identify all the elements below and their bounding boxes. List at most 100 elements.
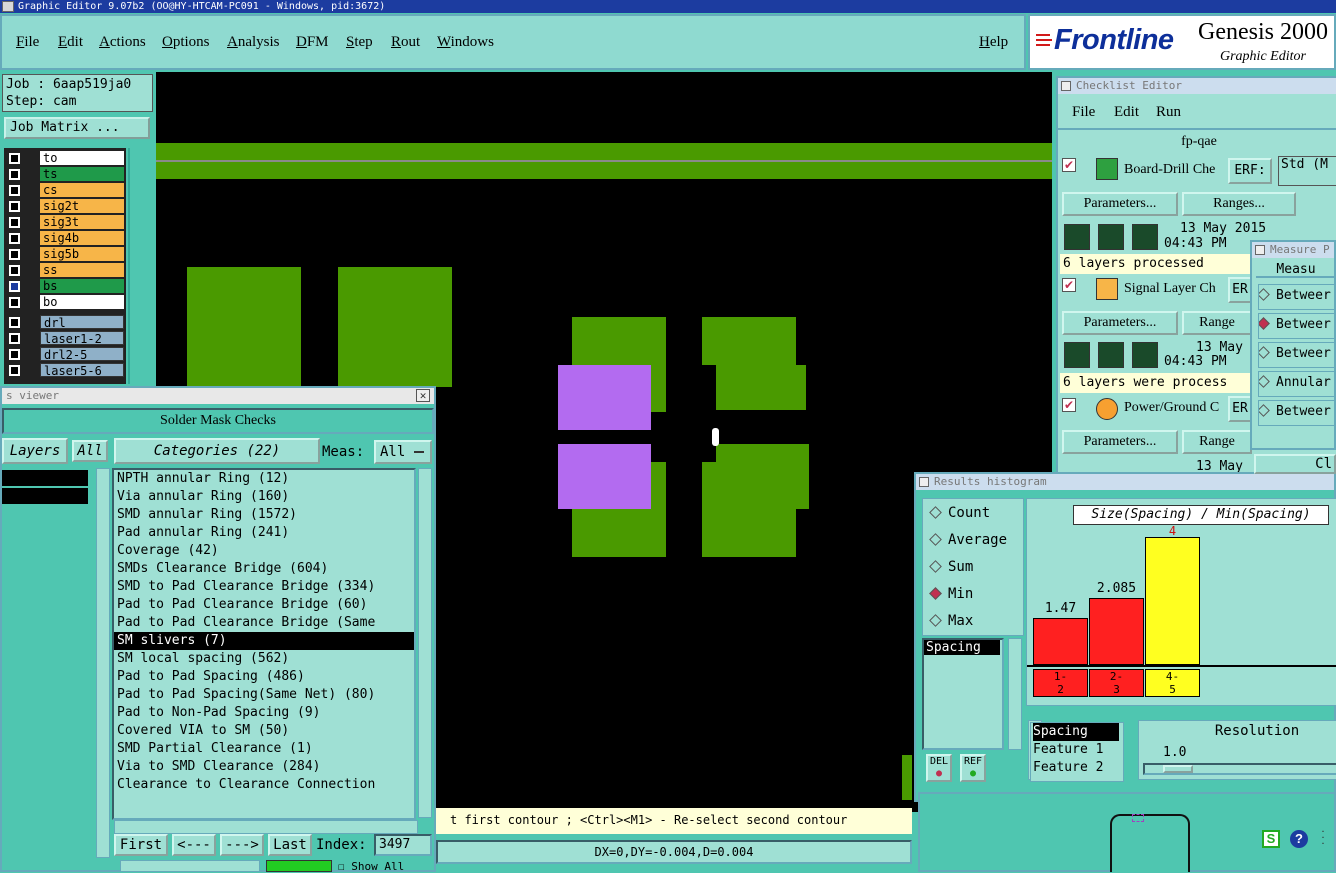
measure-option[interactable]: Betweer [1258,342,1336,368]
erf-button[interactable]: ER [1228,396,1252,422]
del-button[interactable]: DEL ● [926,754,952,782]
run-icon[interactable] [1064,342,1090,368]
layer-name[interactable]: drl [40,315,124,330]
layer-row[interactable] [2,470,88,486]
category-item[interactable]: Via annular Ring (160) [114,488,414,506]
clear-button[interactable]: Cl [1254,454,1336,474]
checklist-menu-edit[interactable]: Edit [1114,104,1139,121]
layer-row[interactable]: laser5-6 [4,362,126,378]
histogram-bar[interactable] [1033,618,1088,665]
check-icon[interactable]: ✔ [1062,278,1076,292]
category-item[interactable]: NPTH annular Ring (12) [114,470,414,488]
layer-name[interactable]: sig5b [40,247,124,261]
help-icon[interactable]: ? [1290,830,1308,848]
mode-option[interactable]: Max [929,613,973,629]
check-icon[interactable]: ✔ [1062,158,1076,172]
window-menu-icon[interactable] [2,1,14,12]
categories-button[interactable]: Categories (22) [114,438,320,464]
layer-name[interactable]: laser1-2 [40,331,124,346]
menu-analysis[interactable]: Analysis [227,34,280,51]
menu-file[interactable]: File [16,34,39,51]
category-item[interactable]: SMD to Pad Clearance Bridge (334) [114,578,414,596]
category-item[interactable]: SMDs Clearance Bridge (604) [114,560,414,578]
mode-option[interactable]: Average [929,532,1007,548]
layer-checkbox[interactable] [9,365,20,376]
layer-checkbox[interactable] [9,281,20,292]
measure-option[interactable]: Betweer [1258,400,1336,426]
field-item[interactable]: Feature 1 [1033,741,1123,759]
run-icon[interactable] [1132,342,1158,368]
menu-options[interactable]: Options [162,34,210,51]
job-matrix-button[interactable]: Job Matrix ... [4,117,150,139]
layer-name[interactable]: bs [40,279,124,293]
layer-row[interactable]: sig2t [4,198,126,213]
layers-scrollbar[interactable] [96,468,110,858]
layer-row[interactable]: ts [4,166,126,181]
category-item[interactable]: SMD Partial Clearance (1) [114,740,414,758]
category-item[interactable]: Pad to Pad Clearance Bridge (60) [114,596,414,614]
close-icon[interactable] [1061,81,1071,91]
field-item[interactable]: Feature 2 [1033,759,1123,777]
layer-row[interactable]: drl2-5 [4,346,126,362]
menu-windows[interactable]: Windows [437,34,494,51]
prev-button[interactable]: <--- [172,834,216,856]
more-icon[interactable]: · · · [1318,825,1328,850]
last-button[interactable]: Last [268,834,312,856]
layer-row[interactable]: ss [4,262,126,277]
layer-checkbox[interactable] [9,265,20,276]
parameters-button[interactable]: Parameters... [1062,311,1178,335]
layer-row[interactable]: bs [4,278,126,293]
layer-row[interactable]: sig5b [4,246,126,261]
s-icon[interactable]: S [1262,830,1280,848]
layer-name[interactable]: ts [40,167,124,181]
histogram-bar[interactable] [1089,598,1144,665]
categories-scrollbar[interactable] [418,468,432,818]
layer-name[interactable]: sig4b [40,231,124,245]
measure-list-scrollbar[interactable] [1008,638,1022,750]
category-item[interactable]: SMD annular Ring (1572) [114,506,414,524]
layer-checkbox[interactable] [9,349,20,360]
layer-list-scroll[interactable] [128,148,152,384]
layer-name[interactable]: cs [40,183,124,197]
checklist-menu-run[interactable]: Run [1156,104,1181,121]
parameters-button[interactable]: Parameters... [1062,192,1178,216]
index-input[interactable]: 3497 [374,834,432,856]
category-item[interactable]: Pad to Pad Clearance Bridge (Same [114,614,414,632]
layer-checkbox[interactable] [9,249,20,260]
parameters-button[interactable]: Parameters... [1062,430,1178,454]
category-item[interactable]: SM slivers (7) [114,632,414,650]
erf-button[interactable]: ER [1228,277,1252,303]
menu-help[interactable]: Help [979,34,1008,51]
layer-name[interactable]: ss [40,263,124,277]
erf-button[interactable]: ERF: [1228,158,1272,184]
layer-checkbox[interactable] [9,217,20,228]
ref-button[interactable]: REF ● [960,754,986,782]
close-icon[interactable] [1255,245,1265,255]
menu-edit[interactable]: Edit [58,34,83,51]
run-icon[interactable] [1132,224,1158,250]
close-icon[interactable]: ✕ [416,389,430,402]
menu-actions[interactable]: Actions [99,34,146,51]
menu-step[interactable]: Step [346,34,373,51]
checklist-menu-file[interactable]: File [1072,104,1095,121]
layer-name[interactable]: bo [40,295,124,309]
layer-checkbox[interactable] [9,233,20,244]
layer-checkbox[interactable] [9,169,20,180]
category-item[interactable]: Via to SMD Clearance (284) [114,758,414,776]
layer-row[interactable]: cs [4,182,126,197]
histogram-bar[interactable] [1145,537,1200,665]
layer-row[interactable]: sig4b [4,230,126,245]
category-item[interactable]: SM local spacing (562) [114,650,414,668]
layer-row[interactable]: to [4,150,126,165]
slider-thumb[interactable] [1163,765,1193,773]
layer-name[interactable]: to [40,151,124,165]
layer-checkbox[interactable] [9,333,20,344]
layers-button[interactable]: Layers [2,438,68,464]
layer-name[interactable]: drl2-5 [40,347,124,362]
category-item[interactable]: Coverage (42) [114,542,414,560]
run-icon[interactable] [1098,342,1124,368]
viewer-button[interactable] [120,860,260,872]
menu-rout[interactable]: Rout [391,34,420,51]
layer-checkbox[interactable] [9,297,20,308]
category-item[interactable]: Pad to Pad Spacing (486) [114,668,414,686]
